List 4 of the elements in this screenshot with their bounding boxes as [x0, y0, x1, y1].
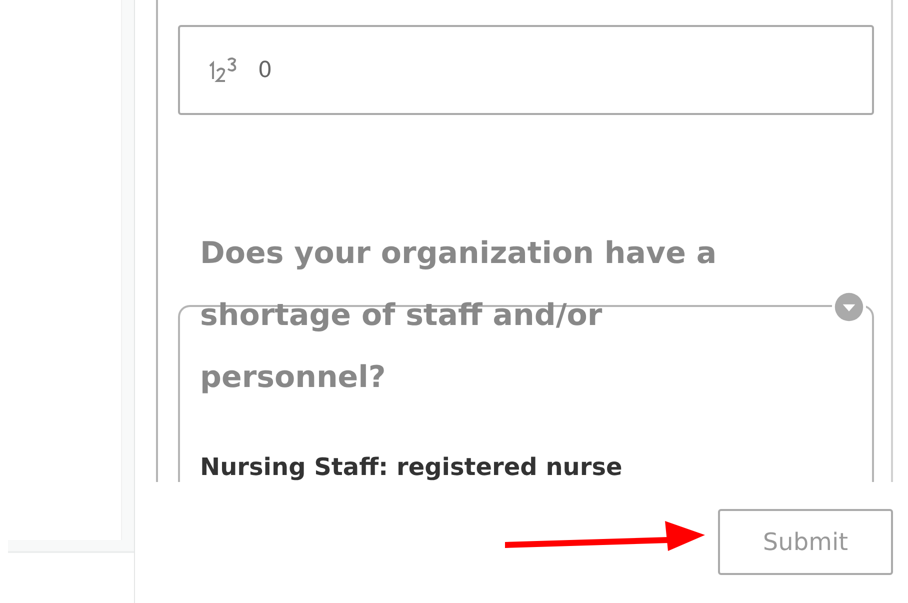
question-title: Does your organization have a shortage of staff and/or personnel? [199, 235, 718, 397]
number-field[interactable]: 0 [178, 25, 874, 115]
number-icon [208, 57, 238, 83]
option-label: Nursing Staff: registered nurse [199, 452, 624, 482]
